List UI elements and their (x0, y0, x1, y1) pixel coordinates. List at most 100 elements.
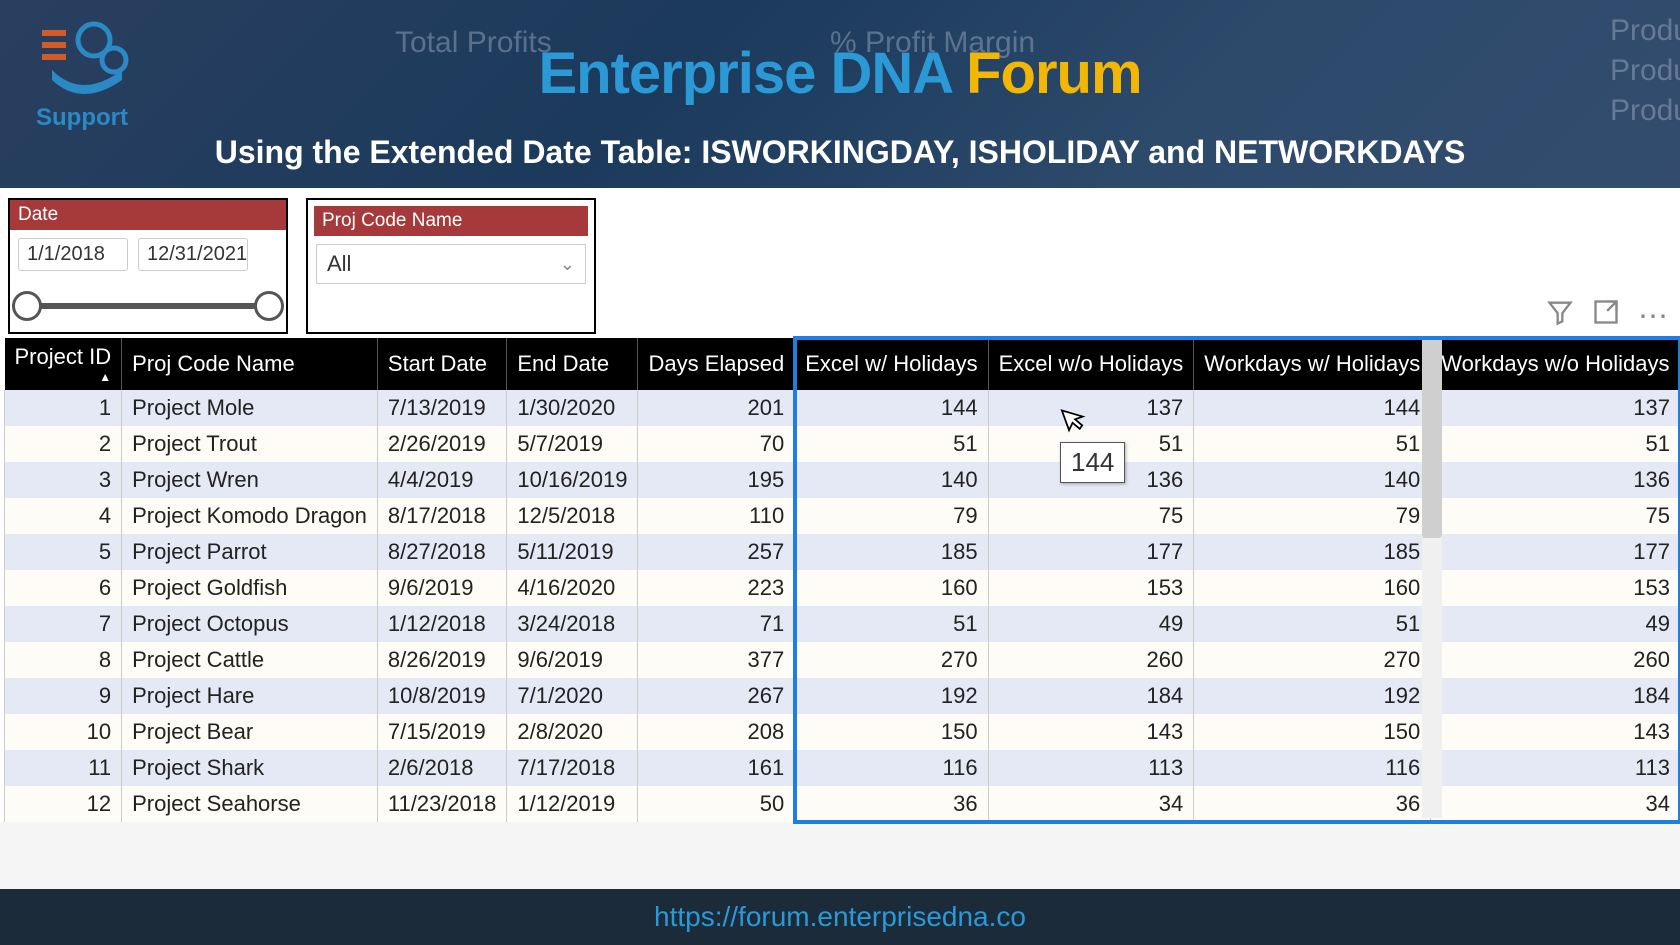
proj-code-slicer[interactable]: Proj Code Name All ⌄ (306, 198, 596, 334)
cell-excel-w-h[interactable]: 150 (795, 714, 988, 750)
cell-project-id[interactable]: 3 (5, 462, 122, 498)
cell-start-date[interactable]: 2/6/2018 (377, 750, 506, 786)
cell-workdays-wo-h[interactable]: 137 (1431, 390, 1680, 426)
cell-start-date[interactable]: 10/8/2019 (377, 678, 506, 714)
cell-workdays-w-h[interactable]: 185 (1194, 534, 1431, 570)
cell-start-date[interactable]: 8/26/2019 (377, 642, 506, 678)
cell-proj-name[interactable]: Project Goldfish (122, 570, 378, 606)
cell-excel-w-h[interactable]: 140 (795, 462, 988, 498)
cell-days-elapsed[interactable]: 223 (638, 570, 795, 606)
date-slicer[interactable]: Date 1/1/2018 12/31/2021 (8, 198, 288, 334)
cell-project-id[interactable]: 12 (5, 786, 122, 822)
cell-workdays-w-h[interactable]: 144 (1194, 390, 1431, 426)
col-excel-w-holidays[interactable]: Excel w/ Holidays (795, 338, 988, 390)
cell-proj-name[interactable]: Project Parrot (122, 534, 378, 570)
cell-workdays-wo-h[interactable]: 136 (1431, 462, 1680, 498)
cell-days-elapsed[interactable]: 208 (638, 714, 795, 750)
cell-workdays-wo-h[interactable]: 184 (1431, 678, 1680, 714)
cell-days-elapsed[interactable]: 50 (638, 786, 795, 822)
cell-excel-w-h[interactable]: 270 (795, 642, 988, 678)
cell-proj-name[interactable]: Project Shark (122, 750, 378, 786)
cell-days-elapsed[interactable]: 161 (638, 750, 795, 786)
cell-excel-wo-h[interactable]: 184 (988, 678, 1194, 714)
cell-end-date[interactable]: 1/12/2019 (507, 786, 638, 822)
cell-proj-name[interactable]: Project Komodo Dragon (122, 498, 378, 534)
range-thumb-right[interactable] (254, 291, 284, 321)
vertical-scrollbar[interactable] (1422, 338, 1442, 818)
cell-workdays-w-h[interactable]: 79 (1194, 498, 1431, 534)
cell-excel-wo-h[interactable]: 75 (988, 498, 1194, 534)
cell-end-date[interactable]: 3/24/2018 (507, 606, 638, 642)
cell-days-elapsed[interactable]: 70 (638, 426, 795, 462)
cell-workdays-w-h[interactable]: 150 (1194, 714, 1431, 750)
cell-excel-w-h[interactable]: 36 (795, 786, 988, 822)
cell-start-date[interactable]: 7/13/2019 (377, 390, 506, 426)
footer-link[interactable]: https://forum.enterprisedna.co (0, 889, 1680, 945)
cell-workdays-wo-h[interactable]: 51 (1431, 426, 1680, 462)
date-end-input[interactable]: 12/31/2021 (138, 238, 248, 271)
cell-workdays-w-h[interactable]: 192 (1194, 678, 1431, 714)
cell-start-date[interactable]: 2/26/2019 (377, 426, 506, 462)
cell-excel-wo-h[interactable]: 143 (988, 714, 1194, 750)
cell-excel-w-h[interactable]: 144 (795, 390, 988, 426)
cell-days-elapsed[interactable]: 110 (638, 498, 795, 534)
cell-days-elapsed[interactable]: 195 (638, 462, 795, 498)
date-start-input[interactable]: 1/1/2018 (18, 238, 128, 271)
col-workdays-w-holidays[interactable]: Workdays w/ Holidays (1194, 338, 1431, 390)
range-thumb-left[interactable] (12, 291, 42, 321)
cell-end-date[interactable]: 7/1/2020 (507, 678, 638, 714)
cell-days-elapsed[interactable]: 257 (638, 534, 795, 570)
cell-proj-name[interactable]: Project Bear (122, 714, 378, 750)
cell-project-id[interactable]: 7 (5, 606, 122, 642)
cell-proj-name[interactable]: Project Wren (122, 462, 378, 498)
cell-excel-wo-h[interactable]: 113 (988, 750, 1194, 786)
cell-end-date[interactable]: 12/5/2018 (507, 498, 638, 534)
cell-end-date[interactable]: 5/7/2019 (507, 426, 638, 462)
cell-project-id[interactable]: 4 (5, 498, 122, 534)
cell-start-date[interactable]: 1/12/2018 (377, 606, 506, 642)
cell-workdays-w-h[interactable]: 51 (1194, 426, 1431, 462)
cell-project-id[interactable]: 10 (5, 714, 122, 750)
cell-excel-w-h[interactable]: 185 (795, 534, 988, 570)
cell-end-date[interactable]: 2/8/2020 (507, 714, 638, 750)
cell-workdays-wo-h[interactable]: 34 (1431, 786, 1680, 822)
cell-workdays-w-h[interactable]: 270 (1194, 642, 1431, 678)
cell-workdays-wo-h[interactable]: 260 (1431, 642, 1680, 678)
cell-start-date[interactable]: 9/6/2019 (377, 570, 506, 606)
col-project-id[interactable]: Project ID▲ (5, 338, 122, 390)
cell-proj-name[interactable]: Project Hare (122, 678, 378, 714)
cell-proj-name[interactable]: Project Trout (122, 426, 378, 462)
col-days-elapsed[interactable]: Days Elapsed (638, 338, 795, 390)
cell-workdays-w-h[interactable]: 116 (1194, 750, 1431, 786)
cell-project-id[interactable]: 1 (5, 390, 122, 426)
cell-end-date[interactable]: 7/17/2018 (507, 750, 638, 786)
cell-project-id[interactable]: 6 (5, 570, 122, 606)
cell-days-elapsed[interactable]: 201 (638, 390, 795, 426)
scroll-thumb[interactable] (1422, 338, 1442, 538)
cell-excel-wo-h[interactable]: 137 (988, 390, 1194, 426)
cell-workdays-wo-h[interactable]: 113 (1431, 750, 1680, 786)
cell-end-date[interactable]: 5/11/2019 (507, 534, 638, 570)
col-proj-name[interactable]: Proj Code Name (122, 338, 378, 390)
cell-excel-w-h[interactable]: 160 (795, 570, 988, 606)
cell-excel-w-h[interactable]: 192 (795, 678, 988, 714)
col-start-date[interactable]: Start Date (377, 338, 506, 390)
cell-excel-wo-h[interactable]: 49 (988, 606, 1194, 642)
cell-workdays-wo-h[interactable]: 177 (1431, 534, 1680, 570)
cell-excel-w-h[interactable]: 116 (795, 750, 988, 786)
cell-workdays-wo-h[interactable]: 49 (1431, 606, 1680, 642)
cell-end-date[interactable]: 4/16/2020 (507, 570, 638, 606)
proj-dropdown[interactable]: All ⌄ (316, 244, 586, 284)
cell-proj-name[interactable]: Project Octopus (122, 606, 378, 642)
cell-end-date[interactable]: 1/30/2020 (507, 390, 638, 426)
cell-project-id[interactable]: 2 (5, 426, 122, 462)
col-end-date[interactable]: End Date (507, 338, 638, 390)
col-workdays-wo-holidays[interactable]: Workdays w/o Holidays (1431, 338, 1680, 390)
cell-start-date[interactable]: 11/23/2018 (377, 786, 506, 822)
focus-mode-icon[interactable] (1592, 298, 1620, 334)
cell-project-id[interactable]: 5 (5, 534, 122, 570)
cell-project-id[interactable]: 11 (5, 750, 122, 786)
cell-days-elapsed[interactable]: 71 (638, 606, 795, 642)
date-range-slider[interactable] (22, 287, 274, 327)
cell-end-date[interactable]: 9/6/2019 (507, 642, 638, 678)
